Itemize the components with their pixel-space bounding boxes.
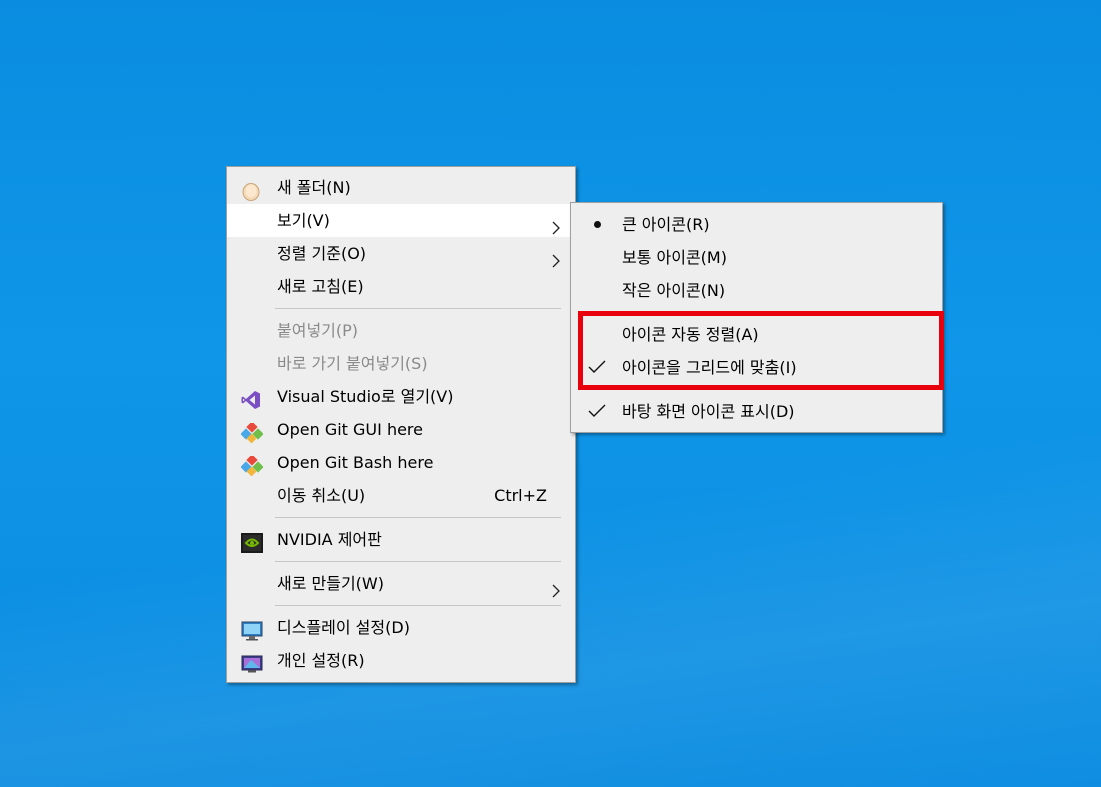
menu-item-label: 새로 고침(E) xyxy=(277,277,364,296)
menu-item-label: 디스플레이 설정(D) xyxy=(277,618,410,637)
menu-separator xyxy=(275,605,561,606)
menu-item-nvidia-control-panel[interactable]: NVIDIA 제어판 xyxy=(227,523,575,556)
new-folder-icon xyxy=(241,179,261,201)
menu-item-label: 작은 아이콘(N) xyxy=(622,281,726,300)
menu-item-label: Visual Studio로 열기(V) xyxy=(277,387,454,406)
menu-item-new-folder[interactable]: 새 폴더(N) xyxy=(227,171,575,204)
menu-item-open-git-gui[interactable]: Open Git GUI here xyxy=(227,413,575,446)
git-gui-icon xyxy=(240,421,264,444)
submenu-item-align-to-grid[interactable]: 아이콘을 그리드에 맞춤(I) xyxy=(571,351,942,384)
menu-item-undo-move[interactable]: 이동 취소(U) Ctrl+Z xyxy=(227,479,575,512)
chevron-right-icon xyxy=(551,576,561,598)
menu-item-label: 이동 취소(U) xyxy=(277,486,366,505)
menu-item-label: 보기(V) xyxy=(277,211,330,230)
menu-separator xyxy=(275,517,561,518)
menu-item-label: 붙여넣기(P) xyxy=(277,321,359,340)
menu-item-label: 바탕 화면 아이콘 표시(D) xyxy=(622,402,795,421)
menu-item-open-visual-studio[interactable]: Visual Studio로 열기(V) xyxy=(227,380,575,413)
menu-item-label: 큰 아이콘(R) xyxy=(622,215,710,234)
menu-item-label: 아이콘 자동 정렬(A) xyxy=(622,325,759,344)
visual-studio-icon xyxy=(241,388,261,409)
shortcut-text: Ctrl+Z xyxy=(494,486,547,505)
menu-item-refresh[interactable]: 새로 고침(E) xyxy=(227,270,575,303)
menu-item-label: 아이콘을 그리드에 맞춤(I) xyxy=(622,358,797,377)
checkmark-icon xyxy=(587,351,607,384)
menu-item-label: NVIDIA 제어판 xyxy=(277,530,382,549)
git-bash-icon xyxy=(240,454,264,477)
bullet-icon xyxy=(587,208,607,241)
submenu-item-small-icons[interactable]: 작은 아이콘(N) xyxy=(571,274,942,307)
submenu-item-auto-arrange[interactable]: 아이콘 자동 정렬(A) xyxy=(571,318,942,351)
menu-item-view[interactable]: 보기(V) xyxy=(227,204,575,237)
menu-item-label: 새로 만들기(W) xyxy=(277,574,384,593)
menu-item-label: 보통 아이콘(M) xyxy=(622,248,727,267)
display-icon xyxy=(241,619,263,641)
menu-item-new[interactable]: 새로 만들기(W) xyxy=(227,567,575,600)
menu-separator xyxy=(585,389,928,390)
desktop-context-menu: 새 폴더(N) 보기(V) 정렬 기준(O) 새로 고침(E) 붙여넣기(P) … xyxy=(226,166,576,683)
menu-item-label: Open Git Bash here xyxy=(277,453,434,472)
submenu-item-medium-icons[interactable]: 보통 아이콘(M) xyxy=(571,241,942,274)
menu-item-label: 새 폴더(N) xyxy=(277,178,351,197)
menu-item-label: 개인 설정(R) xyxy=(277,651,365,670)
menu-item-paste-shortcut: 바로 가기 붙여넣기(S) xyxy=(227,347,575,380)
personalize-icon xyxy=(241,652,263,673)
nvidia-icon xyxy=(241,531,263,553)
menu-item-display-settings[interactable]: 디스플레이 설정(D) xyxy=(227,611,575,644)
menu-separator xyxy=(275,308,561,309)
menu-item-personalize[interactable]: 개인 설정(R) xyxy=(227,644,575,677)
menu-separator xyxy=(275,561,561,562)
checkmark-icon xyxy=(587,395,607,428)
menu-item-paste: 붙여넣기(P) xyxy=(227,314,575,347)
view-submenu: 큰 아이콘(R) 보통 아이콘(M) 작은 아이콘(N) 아이콘 자동 정렬(A… xyxy=(570,202,943,433)
chevron-right-icon xyxy=(551,246,561,268)
menu-item-sort-by[interactable]: 정렬 기준(O) xyxy=(227,237,575,270)
submenu-item-show-desktop-icons[interactable]: 바탕 화면 아이콘 표시(D) xyxy=(571,395,942,428)
menu-item-label: 바로 가기 붙여넣기(S) xyxy=(277,354,428,373)
submenu-item-large-icons[interactable]: 큰 아이콘(R) xyxy=(571,208,942,241)
menu-item-open-git-bash[interactable]: Open Git Bash here xyxy=(227,446,575,479)
chevron-right-icon xyxy=(551,213,561,235)
menu-item-label: 정렬 기준(O) xyxy=(277,244,367,263)
menu-separator xyxy=(585,312,928,313)
menu-item-label: Open Git GUI here xyxy=(277,420,423,439)
